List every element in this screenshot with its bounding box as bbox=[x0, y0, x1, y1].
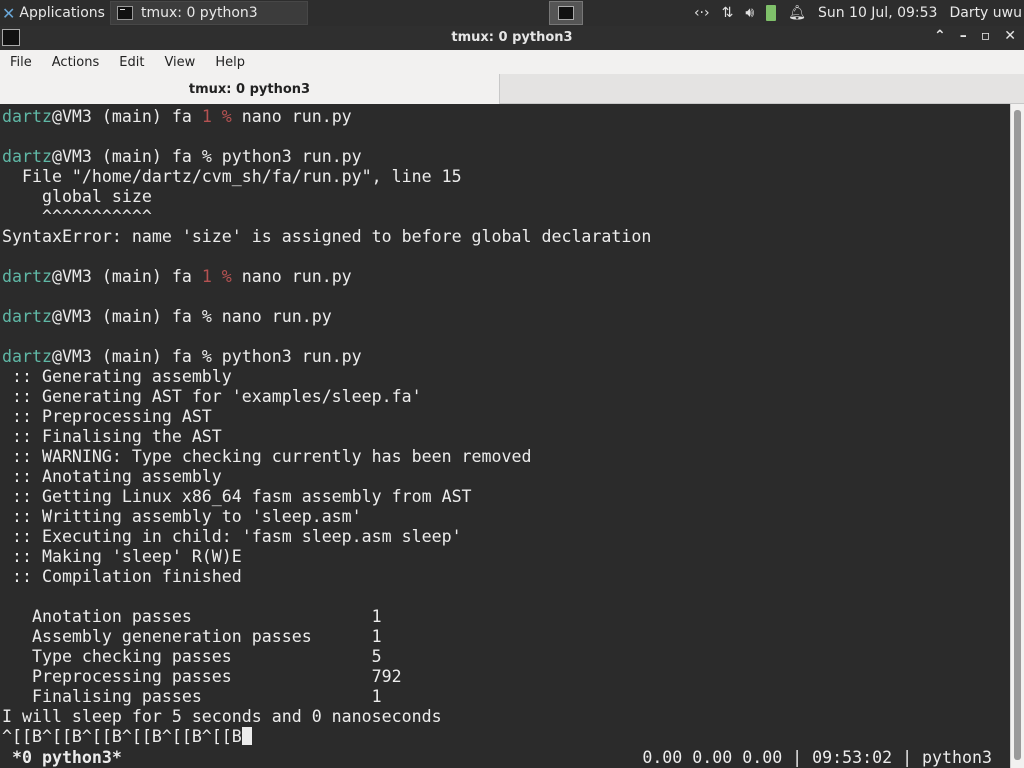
terminal-line: :: Making 'sleep' R(W)E bbox=[2, 547, 242, 566]
terminal-input-text: ^[[B^[[B^[[B^[[B^[[B^[[B bbox=[2, 727, 242, 746]
prompt-host: @VM3 (main) fa bbox=[51, 307, 202, 326]
terminal-line: dartz@VM3 (main) fa 1 % nano run.py bbox=[0, 107, 1010, 127]
terminal-line: :: WARNING: Type checking currently has … bbox=[2, 447, 532, 466]
terminal-line: dartz@VM3 (main) fa % python3 run.py bbox=[0, 147, 1010, 167]
close-icon[interactable]: ✕ bbox=[1004, 28, 1016, 44]
terminal-line: :: Generating assembly bbox=[2, 367, 232, 386]
terminal-line: Assembly geneneration passes 1 bbox=[2, 627, 382, 646]
prompt-host: @VM3 (main) fa bbox=[51, 267, 202, 286]
maximize-icon[interactable]: ▫ bbox=[981, 28, 991, 44]
terminal-icon bbox=[558, 6, 574, 20]
terminal-line: Preprocessing passes 792 bbox=[2, 667, 402, 686]
terminal-line: :: Writting assembly to 'sleep.asm' bbox=[2, 507, 362, 526]
terminal-line: :: Executing in child: 'fasm sleep.asm s… bbox=[2, 527, 462, 546]
terminal-line: Anotation passes 1 bbox=[2, 607, 382, 626]
system-tray: ‹·› ⇅ 🔊︎ 🔔︎ Sun 10 Jul, 09:53 Darty uwu bbox=[694, 0, 1024, 26]
applications-label: Applications bbox=[19, 5, 105, 21]
tmux-status-bar: *0 python3* 0.00 0.00 0.00 | 09:53:02 | … bbox=[0, 748, 1010, 768]
menu-help[interactable]: Help bbox=[205, 55, 255, 70]
prompt-user: dartz bbox=[2, 267, 52, 286]
volume-icon[interactable]: 🔊︎ bbox=[745, 5, 754, 21]
workspace-switcher[interactable] bbox=[549, 1, 583, 25]
menu-actions[interactable]: Actions bbox=[42, 55, 110, 70]
prompt-user: dartz bbox=[2, 147, 52, 166]
terminal-line: Type checking passes 5 bbox=[2, 647, 382, 666]
prompt-command: nano run.py bbox=[241, 107, 352, 126]
prompt-user: dartz bbox=[2, 307, 52, 326]
network-arrows-icon[interactable]: ‹·› bbox=[694, 5, 710, 21]
window-title: tmux: 0 python3 bbox=[451, 30, 573, 45]
battery-icon[interactable] bbox=[766, 5, 777, 21]
menubar: File Actions Edit View Help bbox=[0, 50, 1024, 74]
prompt-host: @VM3 (main) fa bbox=[51, 107, 202, 126]
user-menu[interactable]: Darty uwu bbox=[949, 5, 1022, 21]
menu-file[interactable]: File bbox=[0, 55, 42, 70]
prompt-command: nano run.py bbox=[241, 267, 352, 286]
terminal-line: Finalising passes 1 bbox=[2, 687, 382, 706]
prompt-symbol: % bbox=[201, 307, 222, 326]
transfer-icon[interactable]: ⇅ bbox=[722, 5, 734, 21]
applications-menu[interactable]: ✕ Applications bbox=[2, 0, 105, 26]
shade-icon[interactable]: ⌃ bbox=[934, 28, 946, 44]
terminal-line: I will sleep for 5 seconds and 0 nanosec… bbox=[2, 707, 442, 726]
prompt-symbol: % bbox=[221, 107, 242, 126]
menu-edit[interactable]: Edit bbox=[109, 55, 154, 70]
prompt-host: @VM3 (main) fa bbox=[51, 147, 202, 166]
prompt-exit-status: 1 bbox=[201, 107, 222, 126]
terminal-line: :: Generating AST for 'examples/sleep.fa… bbox=[2, 387, 422, 406]
prompt-host: @VM3 (main) fa bbox=[51, 347, 202, 366]
terminal-line: :: Getting Linux x86_64 fasm assembly fr… bbox=[2, 487, 472, 506]
terminal-line: global size bbox=[2, 187, 152, 206]
terminal-line: ^^^^^^^^^^^ bbox=[2, 207, 152, 226]
terminal-tab[interactable]: tmux: 0 python3 bbox=[0, 74, 500, 104]
prompt-command: nano run.py bbox=[221, 307, 332, 326]
terminal-cursor bbox=[241, 727, 252, 745]
clock[interactable]: Sun 10 Jul, 09:53 bbox=[818, 5, 938, 21]
terminal-line: File "/home/dartz/cvm_sh/fa/run.py", lin… bbox=[2, 167, 462, 186]
tmux-status-right: 0.00 0.00 0.00 | 09:53:02 | python3 bbox=[642, 748, 992, 767]
terminal-line: :: Preprocessing AST bbox=[2, 407, 212, 426]
terminal-line: SyntaxError: name 'size' is assigned to … bbox=[2, 227, 652, 246]
terminal-output[interactable]: dartz@VM3 (main) fa 1 % nano run.py dartz… bbox=[0, 104, 1010, 768]
terminal-line: dartz@VM3 (main) fa % nano run.py bbox=[0, 307, 1010, 327]
prompt-exit-status: 1 bbox=[201, 267, 222, 286]
minimize-icon[interactable]: – bbox=[960, 28, 967, 44]
window-titlebar[interactable]: tmux: 0 python3 ⌃ – ▫ ✕ bbox=[0, 26, 1024, 50]
scrollbar[interactable] bbox=[1010, 104, 1024, 768]
prompt-user: dartz bbox=[2, 107, 52, 126]
terminal-line: ^[[B^[[B^[[B^[[B^[[B^[[B bbox=[0, 727, 1010, 747]
tmux-window-list[interactable]: *0 python3* bbox=[2, 748, 122, 768]
bell-icon[interactable]: 🔔︎ bbox=[788, 5, 806, 21]
prompt-symbol: % bbox=[201, 347, 222, 366]
terminal-line: :: Finalising the AST bbox=[2, 427, 222, 446]
prompt-symbol: % bbox=[201, 147, 222, 166]
xfce-logo-icon: ✕ bbox=[2, 3, 16, 23]
taskbar-window-title: tmux: 0 python3 bbox=[141, 5, 258, 21]
taskbar-window-button[interactable]: tmux: 0 python3 bbox=[110, 1, 308, 25]
tab-bar: tmux: 0 python3 bbox=[0, 74, 1024, 104]
menu-view[interactable]: View bbox=[154, 55, 205, 70]
terminal-line: dartz@VM3 (main) fa % python3 run.py bbox=[0, 347, 1010, 367]
terminal-line: dartz@VM3 (main) fa 1 % nano run.py bbox=[0, 267, 1010, 287]
terminal-line: :: Compilation finished bbox=[2, 567, 242, 586]
top-panel: ✕ Applications tmux: 0 python3 ‹·› ⇅ 🔊︎ … bbox=[0, 0, 1024, 26]
prompt-command: python3 run.py bbox=[221, 347, 362, 366]
terminal-icon bbox=[117, 6, 133, 20]
prompt-command: python3 run.py bbox=[221, 147, 362, 166]
prompt-symbol: % bbox=[221, 267, 242, 286]
terminal-line: :: Anotating assembly bbox=[2, 467, 222, 486]
scrollbar-thumb[interactable] bbox=[1014, 110, 1021, 760]
prompt-user: dartz bbox=[2, 347, 52, 366]
